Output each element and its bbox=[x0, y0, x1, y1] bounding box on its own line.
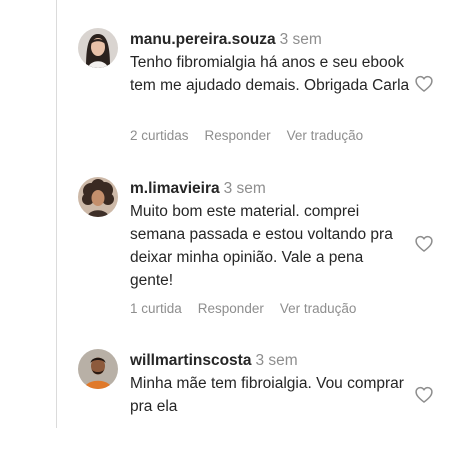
timestamp[interactable]: 3 sem bbox=[255, 352, 297, 369]
timestamp[interactable]: 3 sem bbox=[280, 31, 322, 48]
reply-button[interactable]: Responder bbox=[198, 301, 264, 316]
comment-header: m.limavieira 3 sem bbox=[130, 177, 410, 200]
comment-actions: 1 curtida Responder Ver tradução bbox=[130, 301, 372, 316]
heart-outline-icon bbox=[415, 386, 433, 403]
comment-actions: 2 curtidas Responder Ver tradução bbox=[130, 128, 379, 143]
reply-button[interactable]: Responder bbox=[205, 128, 271, 143]
comment-body: willmartinscosta 3 sem Minha mãe tem fibr… bbox=[130, 349, 410, 418]
thread-line bbox=[56, 0, 57, 428]
username-link[interactable]: willmartinscosta bbox=[130, 352, 251, 369]
comment-header: willmartinscosta 3 sem bbox=[130, 349, 410, 372]
like-button[interactable] bbox=[414, 74, 434, 94]
avatar-man-icon bbox=[78, 349, 118, 389]
avatar[interactable] bbox=[78, 349, 118, 389]
avatar[interactable] bbox=[78, 28, 118, 68]
username-link[interactable]: m.limavieira bbox=[130, 180, 220, 197]
avatar-woman-icon bbox=[78, 28, 118, 68]
heart-outline-icon bbox=[415, 75, 433, 92]
likes-count-link[interactable]: 2 curtidas bbox=[130, 128, 189, 143]
comment-text: Muito bom este material. comprei semana … bbox=[130, 203, 393, 289]
likes-count-link[interactable]: 1 curtida bbox=[130, 301, 182, 316]
translate-button[interactable]: Ver tradução bbox=[287, 128, 364, 143]
comment-body: m.limavieira 3 sem Muito bom este materia… bbox=[130, 177, 410, 292]
username-link[interactable]: manu.pereira.souza bbox=[130, 31, 276, 48]
comment-text: Tenho fibromialgia há anos e seu ebook t… bbox=[130, 54, 410, 94]
comment-text: Minha mãe tem fibroialgia. Vou comprar p… bbox=[130, 375, 404, 415]
heart-outline-icon bbox=[415, 235, 433, 252]
avatar-woman-curly-icon bbox=[78, 177, 118, 217]
translate-button[interactable]: Ver tradução bbox=[280, 301, 357, 316]
avatar[interactable] bbox=[78, 177, 118, 217]
comment-header: manu.pereira.souza 3 sem bbox=[130, 28, 410, 51]
timestamp[interactable]: 3 sem bbox=[224, 180, 266, 197]
like-button[interactable] bbox=[414, 234, 434, 254]
like-button[interactable] bbox=[414, 385, 434, 405]
comment-body: manu.pereira.souza 3 sem Tenho fibromialg… bbox=[130, 28, 410, 97]
